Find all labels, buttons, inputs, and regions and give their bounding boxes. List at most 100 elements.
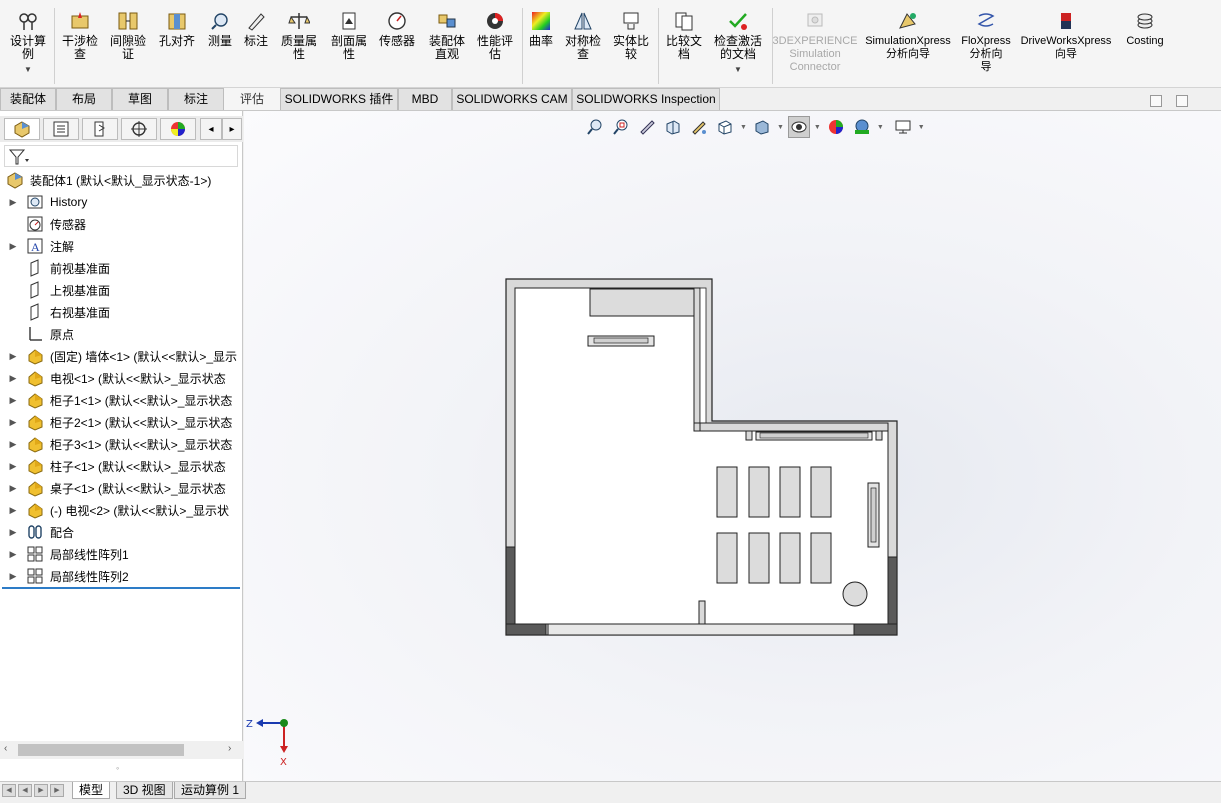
tree-item-label: 原点	[50, 327, 75, 342]
part-icon	[26, 391, 44, 409]
expand-arrow-icon[interactable]: ▶	[8, 483, 18, 494]
tree-item-tv-1[interactable]: ▶ 电视<1> (默认<<默认>_显示状态	[0, 367, 243, 389]
first-tab-icon[interactable]: ◀	[2, 784, 16, 797]
design-study-button[interactable]: 设计算 例 ▼	[6, 10, 50, 76]
tree-item-right-plane[interactable]: 右视基准面	[0, 301, 243, 323]
floxpress-button[interactable]: FloXpress 分析向 导	[956, 10, 1016, 74]
markup-label: 标注	[243, 34, 268, 48]
simulationxpress-button[interactable]: SimulationXpress 分析向导	[860, 10, 956, 61]
driveworksxpress-button[interactable]: DriveWorksXpress 向导	[1016, 10, 1116, 61]
tree-item-front-plane[interactable]: 前视基准面	[0, 257, 243, 279]
sensor-button[interactable]: 传感器	[374, 10, 420, 48]
tab-feature-manager[interactable]	[4, 118, 40, 140]
check-active-document-button[interactable]: 检查激活 的文档 ▼	[708, 10, 768, 76]
curvature-button[interactable]: 曲率	[524, 10, 558, 48]
tree-item-sensors[interactable]: 传感器	[0, 213, 243, 235]
tree-item-cabinet-1[interactable]: ▶ 柜子1<1> (默认<<默认>_显示状态	[0, 389, 243, 411]
panel-tabs: ◂ ▸	[0, 116, 243, 142]
expand-arrow-icon[interactable]: ▶	[8, 351, 18, 362]
tree-item-annotations[interactable]: ▶ A 注解	[0, 235, 243, 257]
scroll-right-icon[interactable]: ›	[228, 743, 231, 754]
tree-item-history[interactable]: ▶ History	[0, 191, 243, 213]
tree-item-cabinet-2[interactable]: ▶ 柜子2<1> (默认<<默认>_显示状态	[0, 411, 243, 433]
expand-arrow-icon[interactable]: ▶	[8, 197, 18, 208]
expand-arrow-icon[interactable]: ▶	[8, 373, 18, 384]
last-tab-icon[interactable]: ▶	[50, 784, 64, 797]
expand-icon[interactable]	[1176, 95, 1188, 107]
tab-layout[interactable]: 布局	[56, 88, 112, 110]
expand-arrow-icon[interactable]: ▶	[8, 549, 18, 560]
expand-arrow-icon[interactable]: ▶	[8, 241, 18, 252]
section-properties-button[interactable]: 剖面属 性	[326, 10, 372, 61]
tree-item-wall[interactable]: ▶ (固定) 墙体<1> (默认<<默认>_显示	[0, 345, 243, 367]
body-compare-button[interactable]: 实体比 较	[608, 10, 654, 61]
tree-item-column[interactable]: ▶ 柱子<1> (默认<<默认>_显示状态	[0, 455, 243, 477]
measure-button[interactable]: 测量	[202, 10, 238, 48]
tab-markup[interactable]: 标注	[168, 88, 224, 110]
graphics-area[interactable]: ▼ ▼ ▼ ▼ ▼ Z X	[244, 111, 1221, 781]
costing-button[interactable]: Costing	[1120, 10, 1170, 48]
tab-property-manager[interactable]	[43, 118, 79, 140]
panel-scroll-left[interactable]: ◂	[200, 118, 222, 140]
tree-item-mates[interactable]: ▶ 配合	[0, 521, 243, 543]
next-tab-icon[interactable]: ▶	[34, 784, 48, 797]
cabinet	[716, 466, 738, 518]
clearance-verification-button[interactable]: 间隙验 证	[106, 10, 150, 61]
tab-model[interactable]: 模型	[72, 782, 111, 799]
tab-mbd[interactable]: MBD	[398, 88, 452, 110]
sensor-icon	[388, 12, 406, 30]
3dexperience-connector-button[interactable]: 3DEXPERIENCE Simulation Connector	[773, 10, 858, 74]
expand-arrow-icon[interactable]: ▶	[8, 571, 18, 582]
tree-item-tv-2[interactable]: ▶ (-) 电视<2> (默认<<默认>_显示状	[0, 499, 243, 521]
prev-tab-icon[interactable]: ◀	[18, 784, 32, 797]
tab-dimxpert[interactable]	[121, 118, 157, 140]
tree-horizontal-scrollbar[interactable]: ‹ ›	[0, 741, 243, 759]
panel-scroll-right[interactable]: ▸	[222, 118, 242, 140]
tab-solidworks-inspection[interactable]: SOLIDWORKS Inspection	[572, 88, 720, 110]
rollback-bar[interactable]	[2, 587, 240, 589]
feature-manager-icon	[14, 121, 30, 138]
tab-assembly[interactable]: 装配体	[0, 88, 56, 110]
mass-props-label: 质量属 性	[280, 34, 317, 61]
expand-arrow-icon[interactable]: ▶	[8, 527, 18, 538]
tab-evaluate[interactable]: 评估	[224, 88, 280, 110]
expand-arrow-icon[interactable]: ▶	[8, 461, 18, 472]
tree-item-pattern-2[interactable]: ▶ 局部线性阵列2	[0, 565, 243, 587]
tree-item-table[interactable]: ▶ 桌子<1> (默认<<默认>_显示状态	[0, 477, 243, 499]
scrollbar-thumb[interactable]	[18, 744, 184, 756]
collapse-icon[interactable]	[1150, 95, 1162, 107]
tab-sketch[interactable]: 草图	[112, 88, 168, 110]
tree-item-pattern-1[interactable]: ▶ 局部线性阵列1	[0, 543, 243, 565]
expand-arrow-icon[interactable]: ▶	[8, 439, 18, 450]
hole-alignment-button[interactable]: 孔对齐	[154, 10, 200, 48]
compare-documents-button[interactable]: 比较文 档	[662, 10, 706, 61]
tree-item-label: 上视基准面	[50, 283, 111, 298]
interference-icon	[71, 12, 89, 29]
tab-solidworks-cam[interactable]: SOLIDWORKS CAM	[452, 88, 572, 110]
symmetry-check-button[interactable]: 对称检 查	[560, 10, 606, 61]
tab-configuration-manager[interactable]	[82, 118, 118, 140]
floor-plan-model[interactable]	[244, 111, 1221, 781]
panel-resize-handle[interactable]: ◦	[116, 763, 119, 773]
tab-display-manager[interactable]	[160, 118, 196, 140]
interference-check-button[interactable]: 干涉检 查	[58, 10, 102, 61]
tree-item-top-plane[interactable]: 上视基准面	[0, 279, 243, 301]
performance-evaluation-button[interactable]: 性能评 估	[472, 10, 518, 61]
assembly-visualization-button[interactable]: 装配体 直观	[424, 10, 470, 61]
expand-arrow-icon[interactable]: ▶	[8, 395, 18, 406]
tab-solidworks-addins[interactable]: SOLIDWORKS 插件	[280, 88, 398, 110]
tree-root-assembly[interactable]: 装配体1 (默认<默认_显示状态-1>)	[0, 169, 243, 191]
chevron-down-icon: ▼	[24, 65, 32, 74]
markup-button[interactable]: 标注	[238, 10, 274, 48]
assembly-icon	[6, 171, 24, 189]
tree-filter-bar[interactable]	[4, 145, 238, 167]
scroll-left-icon[interactable]: ‹	[4, 743, 7, 754]
expand-arrow-icon[interactable]: ▶	[8, 417, 18, 428]
tree-item-cabinet-3[interactable]: ▶ 柜子3<1> (默认<<默认>_显示状态	[0, 433, 243, 455]
expand-arrow-icon[interactable]: ▶	[8, 505, 18, 516]
tree-item-origin[interactable]: 原点	[0, 323, 243, 345]
tab-3d-view[interactable]: 3D 视图	[116, 782, 173, 799]
tab-motion-study[interactable]: 运动算例 1	[174, 782, 247, 799]
mass-properties-button[interactable]: 质量属 性	[276, 10, 322, 61]
part-icon	[26, 457, 44, 475]
